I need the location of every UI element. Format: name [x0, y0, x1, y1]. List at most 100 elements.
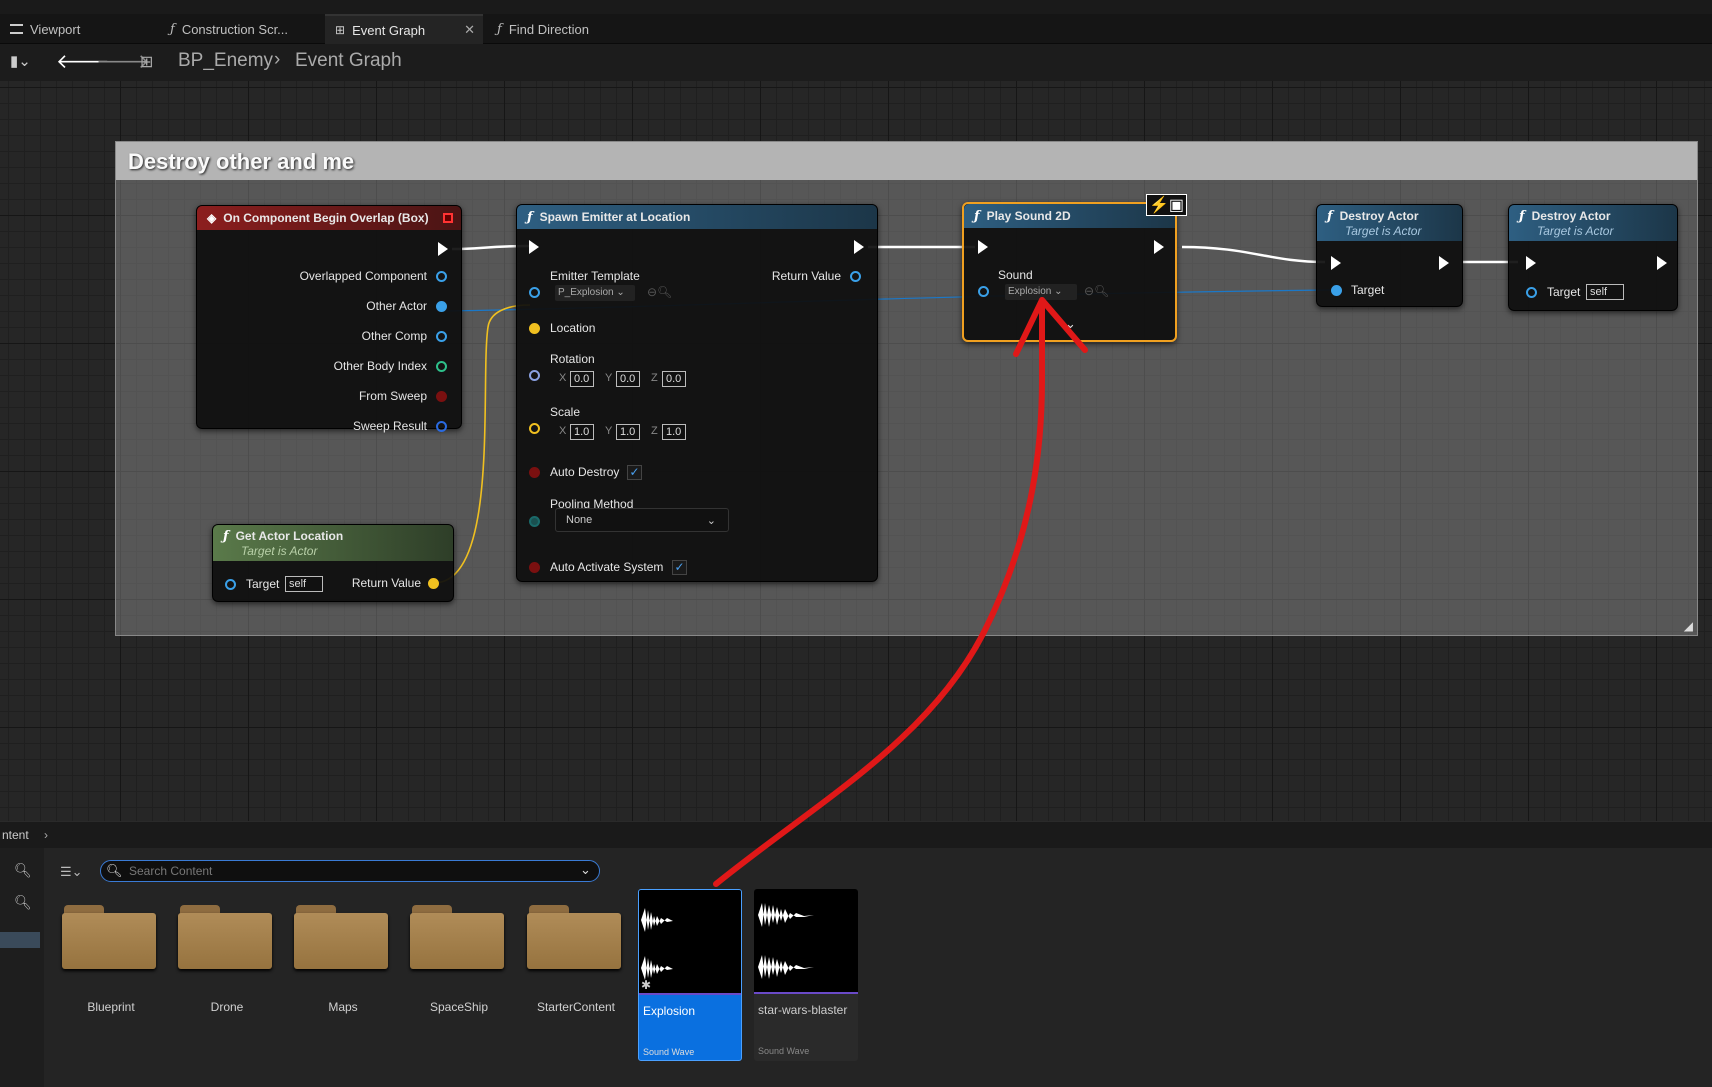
exec-out-pin[interactable]	[1154, 240, 1164, 254]
search-icon[interactable]: 🔍︎	[14, 862, 32, 879]
close-icon[interactable]: ✕	[464, 22, 475, 38]
top-toolbar-strip	[0, 0, 1712, 14]
search-content-input[interactable]: Search Content	[100, 860, 600, 882]
folder-label: Drone	[210, 1000, 244, 1014]
asset-tile-explosion[interactable]: ✱ Explosion Sound Wave	[638, 889, 742, 1061]
exec-out-pin[interactable]	[438, 242, 448, 256]
auto-destroy-pin[interactable]	[529, 467, 540, 478]
function-node-get-actor-location[interactable]: ƒ Get Actor Location Target is Actor Targ…	[212, 524, 454, 602]
axis-label: Z	[651, 425, 658, 437]
node-subtitle: Target is Actor	[1537, 224, 1614, 238]
target-pin[interactable]	[1526, 287, 1537, 298]
delegate-pin-icon[interactable]	[443, 213, 453, 223]
event-graph-canvas[interactable]: Destroy other and me ◢ ◈ On Component Be…	[0, 81, 1712, 821]
pooling-method-pin[interactable]	[529, 516, 540, 527]
asset-type: Sound Wave	[643, 1047, 695, 1057]
exec-out-pin[interactable]	[1657, 256, 1667, 270]
sound-pin[interactable]	[978, 286, 989, 297]
pin-label: Target	[1351, 283, 1385, 297]
folder-drone[interactable]	[178, 905, 272, 969]
auto-activate-pin[interactable]	[529, 562, 540, 573]
auto-activate-checkbox[interactable]: ✓	[672, 560, 687, 575]
auto-destroy-checkbox[interactable]: ✓	[627, 465, 642, 480]
rotation-y-field[interactable]: 0.0	[616, 371, 640, 387]
target-pin[interactable]	[1331, 285, 1342, 296]
emitter-template-dropdown[interactable]: P_Explosion ⌄	[555, 285, 635, 301]
function-icon: ƒ	[1519, 209, 1525, 224]
other-body-index-pin[interactable]	[436, 361, 447, 372]
rotation-z-field[interactable]: 0.0	[662, 371, 686, 387]
folder-blueprint[interactable]	[62, 905, 156, 969]
exec-in-pin[interactable]	[1331, 256, 1341, 270]
node-header: ƒ Spawn Emitter at Location	[517, 205, 877, 229]
browse-asset-icon[interactable]: ⊖🔍︎	[647, 285, 672, 299]
function-node-destroy-actor-other[interactable]: ƒ Destroy Actor Target is Actor Target	[1316, 204, 1463, 307]
sweep-result-pin[interactable]	[436, 421, 447, 432]
function-node-spawn-emitter[interactable]: ƒ Spawn Emitter at Location Emitter Temp…	[516, 204, 878, 582]
tab-label: Construction Scr...	[181, 21, 289, 37]
breadcrumb-current[interactable]: Event Graph	[295, 50, 402, 72]
return-value-pin[interactable]	[850, 271, 861, 282]
node-header: ƒ Destroy Actor Target is Actor	[1317, 205, 1462, 241]
target-pin[interactable]	[225, 579, 236, 590]
graph-icon: ⊞	[335, 23, 346, 37]
asset-type: Sound Wave	[758, 1046, 810, 1056]
event-node-begin-overlap[interactable]: ◈ On Component Begin Overlap (Box) Overl…	[196, 205, 462, 433]
tab-construction-script[interactable]: ƒ Construction Scr...	[160, 14, 298, 44]
folder-starter-content[interactable]	[527, 905, 621, 969]
from-sweep-pin[interactable]	[436, 391, 447, 402]
selected-source-row[interactable]	[0, 932, 40, 948]
bookmark-icon[interactable]: ▮⌄	[10, 52, 31, 70]
location-pin[interactable]	[529, 323, 540, 334]
chevron-down-icon[interactable]: ⌄	[580, 862, 591, 878]
self-field[interactable]: self	[285, 576, 323, 592]
waveform-thumbnail: ✱	[639, 890, 741, 994]
breadcrumb-root[interactable]: BP_Enemy	[178, 50, 273, 72]
exec-in-pin[interactable]	[529, 240, 539, 254]
exec-in-pin[interactable]	[1526, 256, 1536, 270]
rotation-pin[interactable]	[529, 370, 540, 381]
breadcrumb-content[interactable]: ntent	[2, 828, 29, 842]
pooling-method-dropdown[interactable]: None ⌄	[555, 508, 729, 532]
return-value-pin[interactable]	[428, 578, 439, 589]
other-actor-pin[interactable]	[436, 301, 447, 312]
overlapped-component-pin[interactable]	[436, 271, 447, 282]
node-title: Destroy Actor	[1339, 209, 1419, 223]
tab-find-direction[interactable]: ƒ Find Direction	[487, 14, 599, 44]
sound-asset-dropdown[interactable]: Explosion ⌄	[1005, 284, 1077, 300]
scale-pin[interactable]	[529, 423, 540, 434]
rotation-x-field[interactable]: 0.0	[570, 371, 594, 387]
client-only-icon: ⚡▣	[1145, 194, 1187, 216]
pin-label: Return Value	[771, 269, 841, 283]
scale-z-field[interactable]: 1.0	[662, 424, 686, 440]
function-node-destroy-actor-self[interactable]: ƒ Destroy Actor Target is Actor Target se…	[1508, 204, 1678, 311]
node-subtitle: Target is Actor	[241, 544, 318, 558]
folder-spaceship[interactable]	[410, 905, 504, 969]
expand-chevron-icon[interactable]: ⌄	[1065, 316, 1076, 332]
other-comp-pin[interactable]	[436, 331, 447, 342]
browse-asset-icon[interactable]: ⊖🔍︎	[1084, 284, 1109, 298]
chevron-right-icon[interactable]: ›	[44, 828, 48, 842]
exec-out-pin[interactable]	[1439, 256, 1449, 270]
folder-maps[interactable]	[294, 905, 388, 969]
exec-in-pin[interactable]	[978, 240, 988, 254]
function-node-play-sound-2d[interactable]: ƒ Play Sound 2D ⚡▣ Sound Explosion ⌄ ⊖🔍︎…	[962, 194, 1187, 342]
tab-event-graph[interactable]: ⊞ Event Graph ✕	[325, 14, 483, 44]
scale-x-field[interactable]: 1.0	[570, 424, 594, 440]
tab-viewport[interactable]: Viewport	[0, 14, 90, 44]
node-title: Play Sound 2D	[986, 209, 1071, 223]
pin-label: Target	[246, 577, 280, 591]
filter-icon[interactable]: ☰⌄	[60, 864, 83, 880]
axis-label: Y	[605, 372, 613, 384]
node-title: Spawn Emitter at Location	[539, 210, 691, 224]
axis-label: Y	[605, 425, 613, 437]
node-header: ƒ Play Sound 2D	[964, 204, 1175, 228]
scale-y-field[interactable]: 1.0	[616, 424, 640, 440]
emitter-template-pin[interactable]	[529, 287, 540, 298]
breadcrumb-separator-icon: ›	[274, 49, 281, 70]
asset-tile-star-wars-blaster[interactable]: star-wars-blaster Sound Wave	[754, 889, 858, 1061]
pin-label: Other Comp	[361, 329, 427, 343]
exec-out-pin[interactable]	[854, 240, 864, 254]
self-field[interactable]: self	[1586, 284, 1624, 300]
search-icon[interactable]: 🔍︎	[14, 894, 32, 911]
